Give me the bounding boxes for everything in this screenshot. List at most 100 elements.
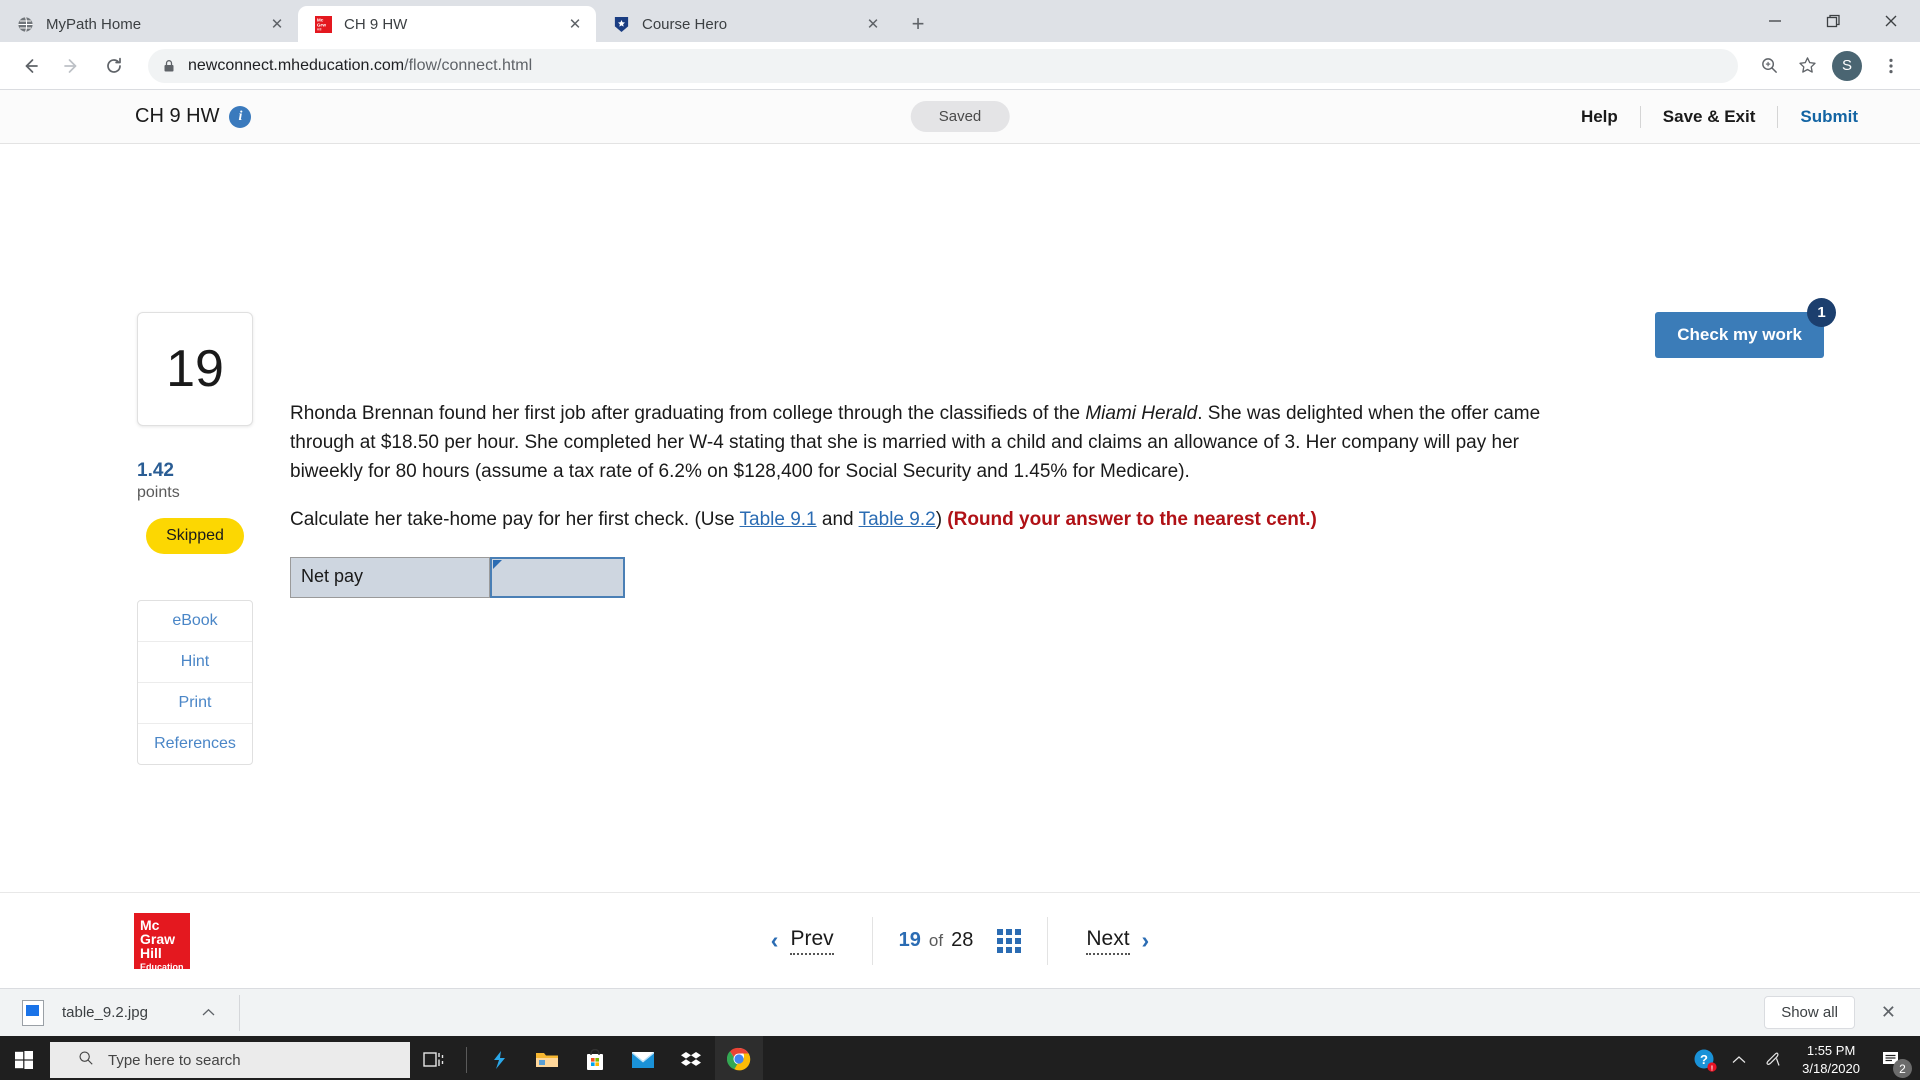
tab-title: MyPath Home xyxy=(46,15,142,33)
close-icon[interactable]: ✕ xyxy=(266,13,288,35)
show-all-button[interactable]: Show all xyxy=(1764,996,1855,1029)
file-explorer-icon[interactable] xyxy=(523,1036,571,1080)
browser-tab-course-hero[interactable]: Course Hero ✕ xyxy=(596,6,894,42)
question-bottom-bar: Mc Graw Hill Education ‹ Prev 19 of 28 N… xyxy=(0,892,1920,988)
back-icon[interactable] xyxy=(12,48,48,84)
question-body: Rhonda Brennan found her first job after… xyxy=(290,400,1590,598)
hint-link[interactable]: Hint xyxy=(138,642,252,683)
snip-sketch-icon[interactable] xyxy=(475,1036,523,1080)
mcgraw-hill-logo: Mc Graw Hill Education xyxy=(134,912,190,972)
url-domain: newconnect.mheducation.com xyxy=(188,56,405,74)
reload-icon[interactable] xyxy=(96,48,132,84)
page-title: CH 9 HW xyxy=(135,105,220,127)
total-pages: 28 xyxy=(951,929,974,951)
url-path: /flow/connect.html xyxy=(404,56,533,74)
chrome-icon[interactable] xyxy=(715,1036,763,1080)
windows-start-icon[interactable] xyxy=(0,1036,48,1080)
three-dot-menu-icon[interactable] xyxy=(1874,49,1908,83)
question-text-part-1: Rhonda Brennan found her first job after… xyxy=(290,403,1086,424)
pen-workspace-icon[interactable] xyxy=(1756,1036,1790,1080)
zoom-icon[interactable] xyxy=(1752,49,1786,83)
browser-tab-strip: MyPath Home ✕ Mc Grw Hill CH 9 HW ✕ Course… xyxy=(0,0,1920,42)
close-icon[interactable] xyxy=(1862,0,1920,42)
minimize-icon[interactable] xyxy=(1746,0,1804,42)
search-icon xyxy=(78,1050,94,1070)
save-exit-button[interactable]: Save & Exit xyxy=(1641,107,1778,127)
next-label: Next xyxy=(1086,927,1130,955)
close-icon[interactable]: ✕ xyxy=(862,13,884,35)
references-link[interactable]: References xyxy=(138,724,252,764)
mcgraw-hill-icon: Mc Grw Hill xyxy=(314,15,332,33)
current-page: 19 xyxy=(898,929,921,951)
window-controls xyxy=(1746,0,1920,42)
table-9-1-link[interactable]: Table 9.1 xyxy=(740,509,817,530)
forward-icon[interactable] xyxy=(54,48,90,84)
clock-time: 1:55 PM xyxy=(1806,1042,1856,1058)
logo-line-4: Education xyxy=(140,961,184,972)
lock-icon xyxy=(162,59,176,73)
svg-text:?: ? xyxy=(1700,1052,1708,1067)
new-tab-button[interactable]: + xyxy=(900,6,936,42)
action-center-icon[interactable]: 2 xyxy=(1872,1036,1912,1080)
status-badge-skipped: Skipped xyxy=(146,518,244,554)
mail-icon[interactable] xyxy=(619,1036,667,1080)
next-button[interactable]: Next › xyxy=(1048,914,1175,968)
chevron-up-icon[interactable] xyxy=(202,1005,215,1020)
download-shelf: table_9.2.jpg Show all ✕ xyxy=(0,988,1920,1036)
question-instruction-text: Calculate her take-home pay for her firs… xyxy=(290,508,740,530)
close-icon[interactable]: ✕ xyxy=(564,13,586,35)
chevron-right-icon: › xyxy=(1141,927,1150,953)
info-icon[interactable]: i xyxy=(229,105,252,128)
check-my-work-button[interactable]: Check my work xyxy=(1655,312,1824,358)
show-hidden-icons-chevron[interactable] xyxy=(1722,1036,1756,1080)
svg-text:!: ! xyxy=(1711,1063,1714,1072)
conjunction-text: and xyxy=(816,508,859,530)
prev-button[interactable]: ‹ Prev xyxy=(745,914,872,968)
svg-text:Hill: Hill xyxy=(316,27,321,31)
download-item[interactable]: table_9.2.jpg xyxy=(16,994,240,1031)
connect-app-header: CH 9 HW i Saved Help Save & Exit Submit xyxy=(0,90,1920,144)
dropbox-icon[interactable] xyxy=(667,1036,715,1080)
star-icon[interactable] xyxy=(1790,49,1824,83)
browser-toolbar: newconnect.mheducation.com/flow/connect.… xyxy=(0,42,1920,90)
logo-line-2: Graw xyxy=(140,930,176,947)
question-sidebar: 19 1.42 points Skipped eBook Hint Print … xyxy=(137,312,253,765)
points-label: points xyxy=(137,484,180,501)
system-tray: ?! 1:55 PM 3/18/2020 2 xyxy=(1688,1036,1920,1080)
address-bar[interactable]: newconnect.mheducation.com/flow/connect.… xyxy=(148,48,1738,83)
print-link[interactable]: Print xyxy=(138,683,252,724)
status-badge: Saved xyxy=(910,101,1010,132)
tab-title: CH 9 HW xyxy=(344,15,408,33)
clock[interactable]: 1:55 PM 3/18/2020 xyxy=(1790,1042,1872,1079)
rounding-note: (Round your answer to the nearest cent.) xyxy=(947,508,1317,530)
pagination-nav: ‹ Prev 19 of 28 Next › xyxy=(745,914,1175,968)
answer-input-cell[interactable] xyxy=(490,556,625,598)
submit-button[interactable]: Submit xyxy=(1778,107,1880,127)
closing-paren-text: ) xyxy=(935,508,948,530)
download-shelf-actions: Show all ✕ xyxy=(1764,996,1904,1029)
close-icon[interactable]: ✕ xyxy=(1873,1002,1904,1023)
search-input[interactable]: Type here to search xyxy=(50,1042,410,1078)
browser-tab-ch9hw[interactable]: Mc Grw Hill CH 9 HW ✕ xyxy=(298,6,596,42)
help-alert-icon[interactable]: ?! xyxy=(1688,1036,1722,1080)
clock-date: 3/18/2020 xyxy=(1802,1061,1860,1076)
of-label: of xyxy=(928,930,944,950)
header-actions: Help Save & Exit Submit xyxy=(1559,105,1880,128)
avatar[interactable]: S xyxy=(1832,50,1862,81)
net-pay-input[interactable] xyxy=(492,558,623,596)
logo-line-1: Mc xyxy=(140,916,160,933)
table-9-2-link[interactable]: Table 9.2 xyxy=(859,509,936,530)
help-button[interactable]: Help xyxy=(1559,107,1640,127)
grid-view-icon[interactable] xyxy=(997,928,1022,953)
ebook-link[interactable]: eBook xyxy=(138,601,252,642)
maximize-icon[interactable] xyxy=(1804,0,1862,42)
windows-taskbar: Type here to search ?! 1:55 PM 3/18/2020 xyxy=(0,1036,1920,1080)
question-tools-box: eBook Hint Print References xyxy=(137,600,253,765)
question-number-card: 19 xyxy=(137,312,253,426)
browser-tab-mypath-home[interactable]: MyPath Home ✕ xyxy=(0,6,298,42)
url-text: newconnect.mheducation.com/flow/connect.… xyxy=(188,57,532,75)
question-paragraph-1: Rhonda Brennan found her first job after… xyxy=(290,400,1590,487)
tab-title: Course Hero xyxy=(642,15,728,33)
task-view-icon[interactable] xyxy=(410,1036,458,1080)
microsoft-store-icon[interactable] xyxy=(571,1036,619,1080)
